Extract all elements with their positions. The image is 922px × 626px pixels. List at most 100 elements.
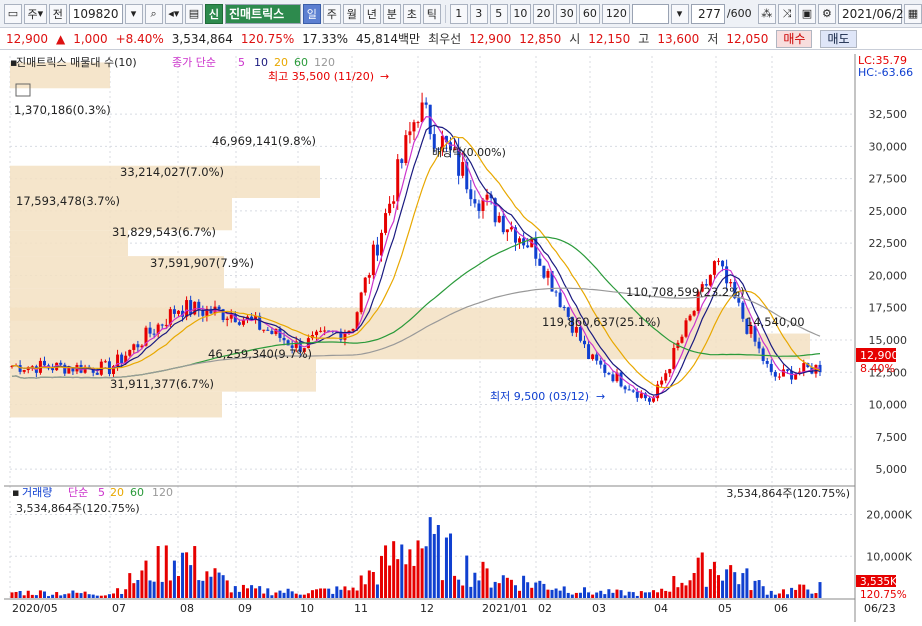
candle-body (672, 347, 676, 370)
time-tick-label: 04 (654, 602, 668, 615)
volume-bar (769, 590, 773, 598)
volume-bar (461, 585, 465, 598)
price-tick-label: 17,500 (869, 302, 908, 315)
candle-body (469, 189, 473, 200)
period-day[interactable]: 일 (302, 3, 321, 24)
interval-60[interactable]: 60 (579, 3, 601, 24)
volume-bar (213, 568, 217, 598)
volume-bar (489, 587, 493, 598)
volume-bar (595, 592, 599, 598)
settings-small-icon[interactable]: ▤ (184, 3, 203, 24)
interval-5[interactable]: 5 (489, 3, 508, 24)
volume-bar (38, 590, 42, 598)
date-input[interactable]: 2021/06/23 (837, 3, 911, 24)
price-tick-label: 20,000 (869, 269, 908, 282)
volume-bar (773, 594, 777, 598)
period-year[interactable]: 년 (362, 3, 381, 24)
volume-bar (810, 593, 814, 598)
code-dropdown-icon[interactable]: ▾ (124, 3, 143, 24)
volume-bar (404, 564, 408, 598)
candle-body (558, 292, 562, 307)
interval-20[interactable]: 20 (532, 3, 555, 24)
volume-bar (623, 595, 627, 598)
candle-body (59, 362, 63, 365)
search-icon[interactable]: ⌕ (144, 3, 163, 24)
period-second[interactable]: 초 (402, 3, 421, 24)
candle-body (777, 376, 781, 378)
high-annotation: 최고 35,500 (11/20) (268, 70, 374, 83)
candle-body (408, 131, 412, 136)
period-month[interactable]: 월 (342, 3, 361, 24)
low-label: 저 (707, 32, 719, 46)
gear-icon[interactable]: ⚙ (817, 3, 836, 24)
interval-10[interactable]: 10 (509, 3, 531, 24)
period-week[interactable]: 주 (322, 3, 341, 24)
crosshair-icon[interactable]: ⤨ (777, 3, 796, 24)
candle-body (185, 300, 189, 317)
sell-button[interactable]: 매도 (820, 29, 857, 48)
volume-bar (737, 584, 741, 598)
volume-bar (140, 570, 144, 598)
quote-bar: 12,900 ▲ 1,000 +8.40% 3,534,864 120.75% … (0, 28, 922, 50)
volume-tag: 3,535K (860, 576, 898, 588)
volume-bar (388, 565, 392, 598)
high-price: 13,600 (657, 31, 700, 46)
price-tick-label: 32,500 (869, 108, 908, 121)
price-tick-label: 27,500 (869, 173, 908, 186)
candle-body (583, 340, 587, 345)
period-minute[interactable]: 분 (382, 3, 401, 24)
market-select-ju[interactable]: 주 ▾ (24, 3, 47, 24)
price-chart-svg[interactable]: 32,500 30,000 27,500 25,000 22,500 20,000 17,5… (0, 50, 922, 626)
bar-count-input[interactable]: 277 (690, 3, 725, 24)
stock-code-input[interactable]: 109820 (68, 3, 123, 24)
volume-bar (688, 580, 692, 598)
volume-ma-label: 단순 (68, 486, 88, 499)
candle-body (42, 360, 46, 366)
candle-body (765, 360, 769, 364)
candle-body (412, 122, 416, 132)
candle-body (607, 372, 611, 375)
interval-120[interactable]: 120 (602, 3, 631, 24)
candle-body (509, 227, 513, 230)
market-select-jeon[interactable]: 전 (48, 3, 67, 24)
interval-30[interactable]: 30 (556, 3, 578, 24)
volume-bar (343, 586, 347, 598)
interval-3[interactable]: 3 (469, 3, 488, 24)
volume-bar (176, 576, 180, 598)
volume-bar (87, 594, 91, 598)
volume-bar (818, 582, 822, 598)
volume-profile-label: 17,593,478(3.7%) (16, 194, 120, 208)
buy-button[interactable]: 매수 (776, 29, 813, 48)
candle-body (201, 310, 205, 316)
calendar-icon[interactable]: ▦ (903, 3, 922, 24)
volume-bar (570, 594, 574, 598)
price-tick-label: 5,000 (876, 463, 908, 476)
indicator-icon[interactable]: ⁂ (757, 3, 776, 24)
candle-body (51, 368, 55, 371)
volume-bar (615, 589, 619, 598)
volume-bar (550, 589, 554, 598)
volume-bar (282, 592, 286, 598)
candle-body (668, 369, 672, 374)
volume-bar (359, 575, 363, 598)
interval-1[interactable]: 1 (449, 3, 468, 24)
chart-area[interactable]: 32,500 30,000 27,500 25,000 22,500 20,000 17,5… (0, 50, 922, 626)
volume-bar (217, 572, 221, 598)
candle-body (375, 244, 379, 256)
speaker-icon[interactable]: ◂▾ (164, 3, 183, 24)
volume-profile-band (10, 391, 222, 418)
volume-ratio: 120.75% (240, 31, 295, 46)
price-tick-label: 15,000 (869, 334, 908, 347)
candle-body (599, 360, 603, 365)
stock-name-field[interactable]: 진매트릭스 (224, 3, 301, 24)
custom-interval-input[interactable] (632, 3, 669, 24)
volume-bar (554, 588, 558, 598)
save-icon[interactable]: ▣ (797, 3, 816, 24)
period-tick[interactable]: 틱 (422, 3, 441, 24)
interval-dropdown-icon[interactable]: ▾ (670, 3, 689, 24)
volume-bar (806, 589, 810, 598)
layout-icon[interactable]: ▭ (4, 3, 22, 24)
volume-bar (185, 552, 189, 598)
candle-body (794, 374, 798, 380)
low-annotation: 최저 9,500 (03/12) (490, 390, 589, 403)
